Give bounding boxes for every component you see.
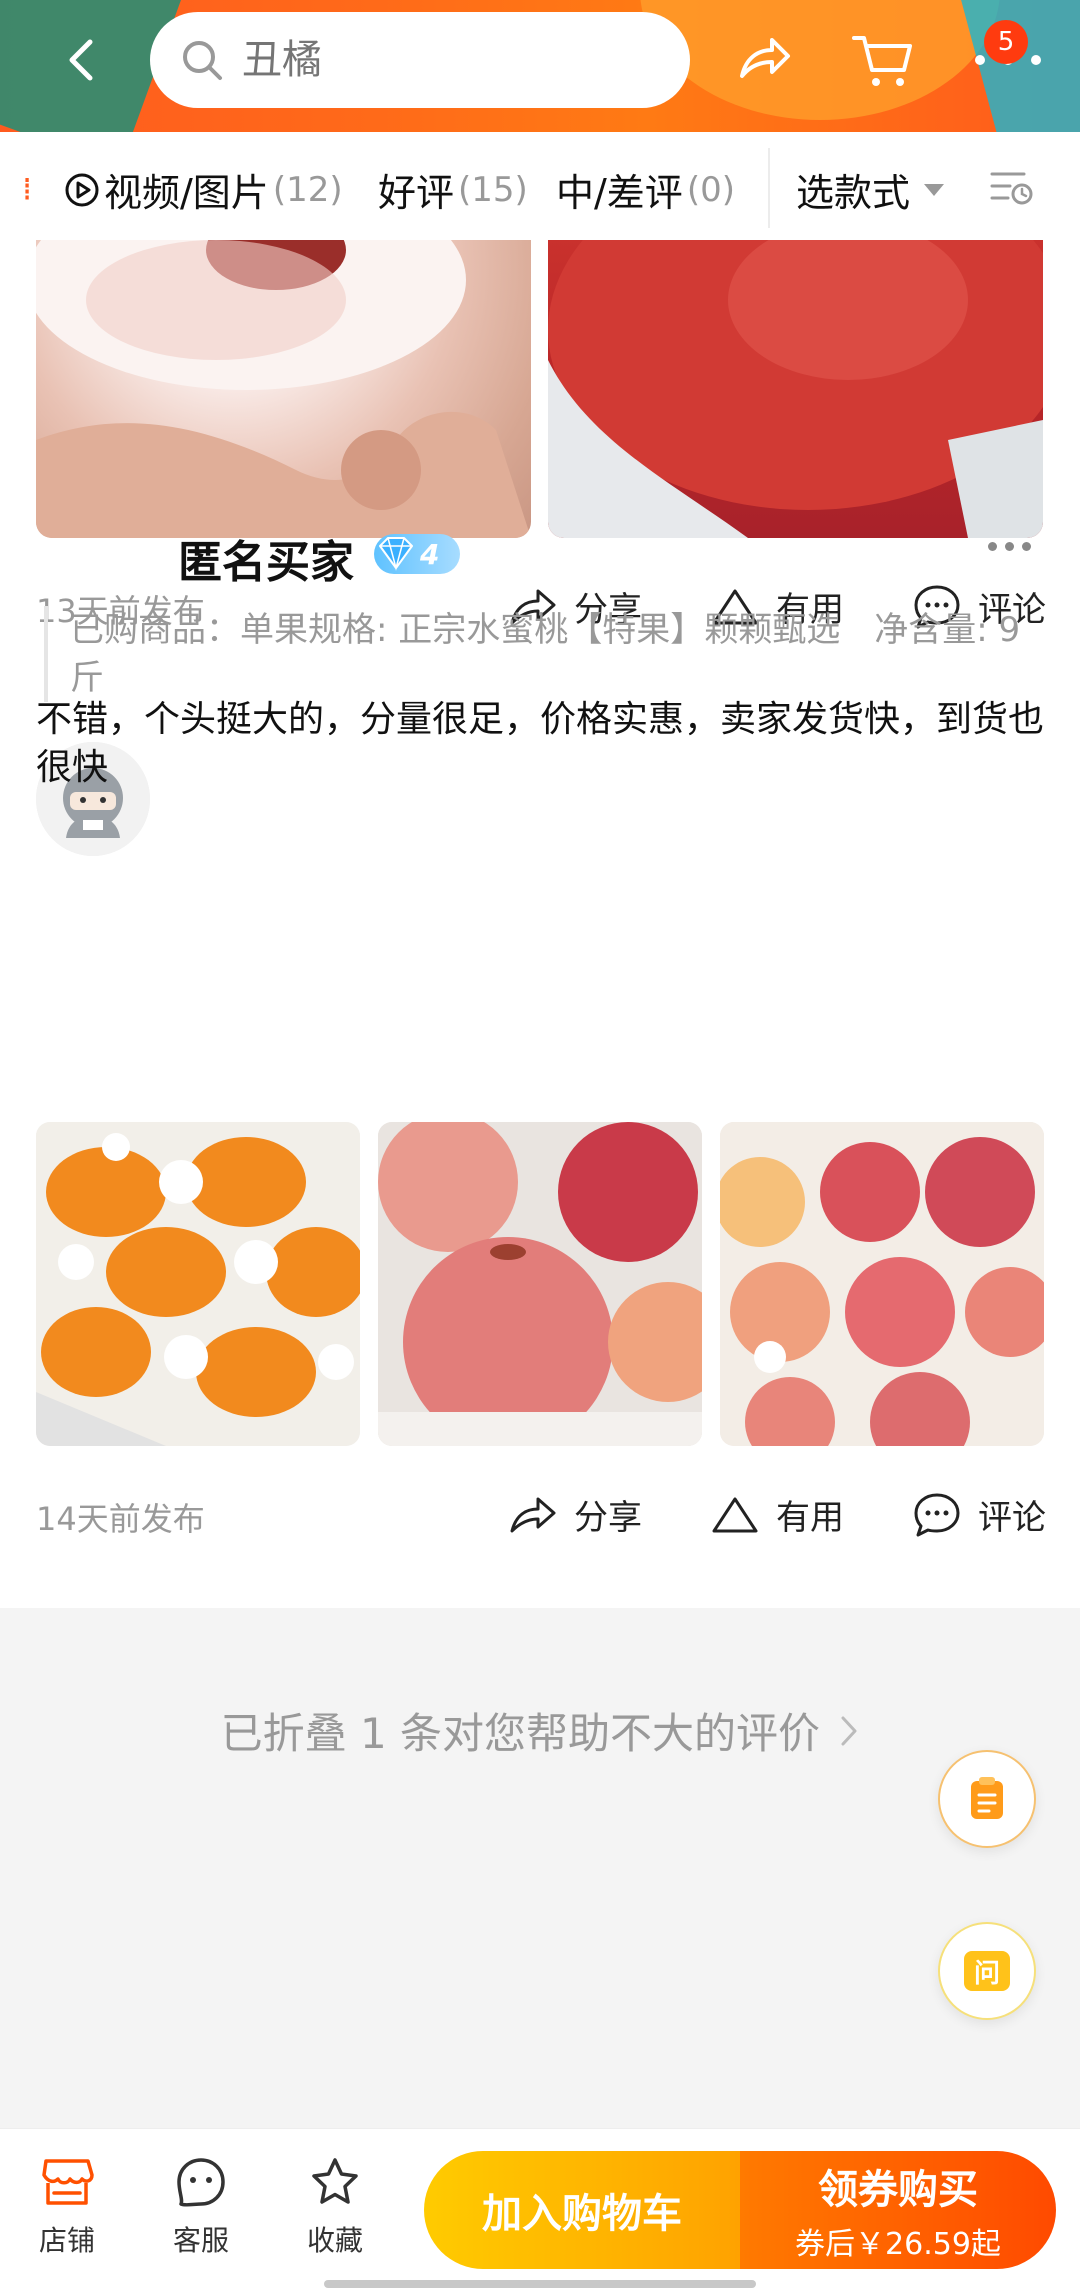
review-thumbnail[interactable] bbox=[36, 1122, 360, 1446]
packed-peaches-photo bbox=[36, 1122, 360, 1446]
shop-label: 店铺 bbox=[38, 2224, 95, 2257]
divider bbox=[768, 148, 770, 228]
bottom-action-bar: 店铺 客服 收藏 加入购物车 领券购买 券后￥26.59起 bbox=[0, 2128, 1080, 2292]
question-bubble-icon: 问 bbox=[964, 1951, 1010, 1991]
peach-photo-illustration bbox=[548, 240, 1043, 538]
review-filter-bar: ⁞ 视频/图片 (12) 好评 (15) 中/差评 (0) 选款式 bbox=[0, 132, 1080, 240]
service-face-icon bbox=[177, 2158, 225, 2207]
customer-service-button[interactable]: 客服 bbox=[146, 2151, 256, 2259]
coupon-buy-button[interactable]: 领券购买 券后￥26.59起 bbox=[740, 2151, 1056, 2269]
tab-positive[interactable]: 好评 (15) bbox=[378, 162, 528, 217]
search-bar[interactable] bbox=[150, 12, 690, 108]
share-icon bbox=[510, 1497, 556, 1532]
share-label: 分享 bbox=[574, 1498, 642, 1538]
share-review-button[interactable]: 分享 bbox=[508, 1490, 642, 1539]
tab-count: (15) bbox=[458, 169, 528, 210]
peach-photo-illustration bbox=[36, 240, 531, 538]
folded-reviews-label: 已折叠 1 条对您帮助不大的评价 bbox=[220, 1709, 821, 1758]
more-options-button[interactable] bbox=[988, 542, 1031, 551]
posted-time: 14天前发布 bbox=[36, 1500, 205, 1538]
cart-icon bbox=[852, 36, 912, 86]
member-level: 4 bbox=[420, 537, 440, 571]
share-icon bbox=[740, 38, 790, 78]
play-circle-icon bbox=[65, 173, 99, 206]
diamond-icon bbox=[379, 537, 413, 571]
review-list: 13天前发布 分享 有用 评论 匿名买家 4 已购商品：单果规格: 正宗水蜜桃【… bbox=[0, 240, 1080, 1608]
scroll-indicator: ⁞ bbox=[22, 170, 33, 208]
dot bbox=[1005, 542, 1014, 551]
favorite-label: 收藏 bbox=[306, 2224, 363, 2257]
review-image[interactable] bbox=[36, 240, 531, 538]
store-icon bbox=[42, 2159, 94, 2205]
style-select[interactable]: 选款式 bbox=[796, 162, 945, 217]
style-select-label: 选款式 bbox=[796, 171, 911, 215]
tab-video-photo[interactable]: 视频/图片 (12) bbox=[64, 162, 343, 217]
comment-label: 评论 bbox=[978, 1498, 1046, 1538]
chevron-left-icon bbox=[69, 39, 93, 81]
filter-list-icon bbox=[990, 172, 1033, 205]
triangle-up-icon bbox=[712, 1497, 758, 1532]
reviewer-name: 匿名买家 bbox=[178, 537, 354, 588]
member-level-badge: 4 bbox=[374, 534, 460, 574]
tab-label: 中/差评 bbox=[556, 171, 683, 215]
chevron-right-icon bbox=[841, 1716, 857, 1746]
peaches-closeup-photo bbox=[378, 1122, 702, 1446]
floating-list-button[interactable] bbox=[938, 1750, 1036, 1848]
useful-button[interactable]: 有用 bbox=[710, 1490, 844, 1539]
back-button[interactable] bbox=[52, 28, 108, 92]
search-icon bbox=[183, 41, 222, 80]
cart-button[interactable] bbox=[850, 30, 916, 90]
folded-reviews-link[interactable]: 已折叠 1 条对您帮助不大的评价 bbox=[0, 1700, 1080, 1761]
ask-question-button[interactable]: 问 bbox=[938, 1922, 1036, 2020]
add-to-cart-button[interactable]: 加入购物车 bbox=[424, 2151, 740, 2269]
shop-button[interactable]: 店铺 bbox=[12, 2151, 122, 2259]
favorite-button[interactable]: 收藏 bbox=[280, 2151, 390, 2259]
header-decoration bbox=[640, 0, 1000, 120]
caret-down-icon bbox=[924, 183, 945, 196]
review-thumbnail[interactable] bbox=[720, 1122, 1044, 1446]
review-thumbnail[interactable] bbox=[378, 1122, 702, 1446]
coupon-price: 券后￥26.59起 bbox=[795, 2227, 1001, 2262]
cart-count-badge: 5 bbox=[984, 20, 1028, 64]
ask-label: 问 bbox=[973, 1958, 1000, 1989]
top-header: 5 bbox=[0, 0, 1080, 132]
dot bbox=[988, 542, 997, 551]
review-text: 不错，个头挺大的，分量很足，价格实惠，卖家发货快，到货也很快 bbox=[36, 699, 1045, 788]
dot bbox=[1022, 542, 1031, 551]
review-image[interactable] bbox=[548, 240, 1043, 538]
comment-button[interactable]: 评论 bbox=[912, 1490, 1046, 1539]
home-indicator[interactable] bbox=[324, 2280, 756, 2288]
filter-settings-button[interactable] bbox=[988, 162, 1036, 214]
tab-neutral-negative[interactable]: 中/差评 (0) bbox=[556, 162, 735, 217]
purchased-item-info: 已购商品：单果规格: 正宗水蜜桃【特果】颗颗甄选 净含量: 9斤 bbox=[44, 606, 1054, 702]
service-label: 客服 bbox=[172, 2224, 229, 2257]
peaches-in-box-photo bbox=[720, 1122, 1044, 1446]
clipboard-icon bbox=[971, 1777, 1003, 1819]
buy-label: 领券购买 bbox=[818, 2167, 978, 2213]
comment-icon bbox=[914, 1493, 960, 1536]
tab-label: 好评 bbox=[378, 171, 455, 215]
add-to-cart-label: 加入购物车 bbox=[482, 2191, 682, 2237]
share-button[interactable] bbox=[734, 30, 794, 90]
search-input[interactable] bbox=[242, 37, 662, 83]
tab-count: (12) bbox=[272, 169, 343, 210]
star-icon bbox=[312, 2158, 358, 2204]
useful-label: 有用 bbox=[776, 1498, 844, 1538]
tab-label: 视频/图片 bbox=[104, 171, 269, 215]
tab-count: (0) bbox=[686, 169, 735, 210]
